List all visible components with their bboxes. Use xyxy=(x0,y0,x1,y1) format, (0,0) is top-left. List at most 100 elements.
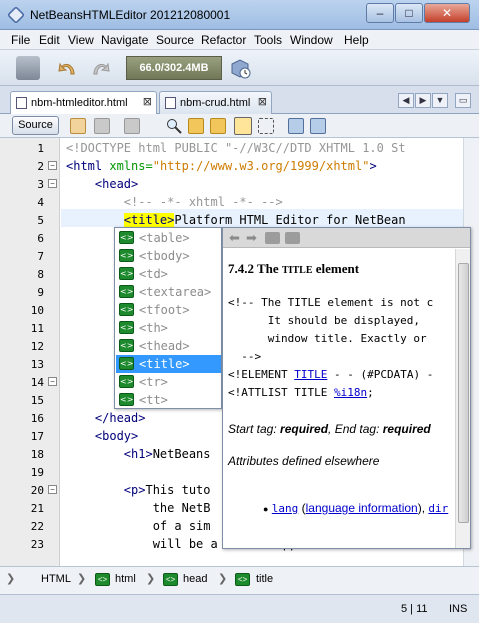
documentation-scrollbar[interactable] xyxy=(455,249,470,548)
tab-scroll-right-icon[interactable]: ▶ xyxy=(415,93,431,108)
completion-item[interactable]: <> <title> xyxy=(116,355,221,373)
profile-ide-icon[interactable] xyxy=(228,56,252,80)
line-number: 5 xyxy=(37,214,44,227)
find-previous-icon[interactable] xyxy=(188,118,204,134)
fold-icon[interactable]: − xyxy=(48,161,57,170)
breadcrumb-separator-icon: ❯ xyxy=(77,573,87,585)
completion-item[interactable]: <> <th> xyxy=(116,319,221,337)
doc-dir-link[interactable]: dir xyxy=(428,502,448,515)
html-tag-icon: <> xyxy=(119,249,134,262)
completion-item[interactable]: <> <table> xyxy=(116,229,221,247)
memory-indicator[interactable]: 66.0/302.4MB xyxy=(126,56,222,80)
shift-left-icon[interactable] xyxy=(288,118,304,134)
doc-language-info-link[interactable]: language information xyxy=(306,501,418,515)
completion-item[interactable]: <> <tt> xyxy=(116,391,221,409)
line-number: 3 xyxy=(37,178,44,191)
undo-icon[interactable] xyxy=(56,56,80,80)
find-next-icon[interactable] xyxy=(210,118,226,134)
html-file-icon xyxy=(165,97,176,109)
toggle-highlight-icon[interactable] xyxy=(234,117,252,135)
completion-item[interactable]: <> <tfoot> xyxy=(116,301,221,319)
breadcrumb: ❯ HTML ❯ <> html ❯ <> head ❯ <> title xyxy=(0,566,479,594)
shift-right-icon[interactable] xyxy=(310,118,326,134)
fold-icon[interactable]: − xyxy=(48,485,57,494)
status-bar: 5 | 11 INS xyxy=(0,594,479,623)
completion-item[interactable]: <> <tr> xyxy=(116,373,221,391)
menu-help[interactable]: Help xyxy=(344,33,369,47)
doc-open-browser-icon[interactable] xyxy=(265,232,280,244)
h1-tag: <h1> xyxy=(66,447,153,461)
menu-view[interactable]: View xyxy=(68,33,94,47)
documentation-scrollbar-thumb[interactable] xyxy=(458,263,469,523)
doc-back-icon[interactable]: ⬅ xyxy=(227,231,242,245)
maximize-button[interactable]: □ xyxy=(395,3,423,23)
line-number: 18 xyxy=(30,448,44,461)
minimize-button[interactable]: – xyxy=(366,3,394,23)
restore-window-icon[interactable]: ▭ xyxy=(455,93,471,108)
doc-lang-link[interactable]: lang xyxy=(272,502,299,515)
tab-close-icon[interactable]: ⊠ xyxy=(143,95,152,108)
html-file-icon xyxy=(16,97,27,109)
xmlns-value: "http://www.w3.org/1999/xhtml" xyxy=(152,159,370,173)
p-text: This tuto xyxy=(145,483,211,497)
fold-icon[interactable]: − xyxy=(48,179,57,188)
find-icon[interactable] xyxy=(166,118,182,134)
doc-end-tag-value: required xyxy=(382,422,431,436)
code-line-21: the NetB xyxy=(66,501,211,515)
menu-source[interactable]: Source xyxy=(156,33,194,47)
menu-window[interactable]: Window xyxy=(290,33,333,47)
doc-attribute-list: ● lang (language information), dir xyxy=(263,501,448,515)
doc-element-decl: <!ELEMENT TITLE - - (#PCDATA) - xyxy=(228,368,433,381)
source-button[interactable]: Source xyxy=(12,116,59,135)
tab-nbm-crud[interactable]: nbm-crud.html ⊠ xyxy=(159,91,272,114)
doc-forward-icon[interactable]: ➡ xyxy=(244,231,259,245)
editor-toolbar: Source xyxy=(0,114,479,138)
breadcrumb-item-title[interactable]: title xyxy=(256,573,273,585)
doc-tag-requirements: Start tag: required, End tag: required xyxy=(228,422,431,436)
tab-close-icon[interactable]: ⊠ xyxy=(258,95,267,108)
line-number: 12 xyxy=(30,340,44,353)
redo-icon[interactable] xyxy=(88,56,112,80)
doc-attlist-decl: <!ATTLIST TITLE %i18n; xyxy=(228,386,374,399)
fold-icon[interactable]: − xyxy=(48,377,57,386)
forward-icon[interactable] xyxy=(124,118,140,134)
xmlns-attribute: xmlns= xyxy=(109,159,153,173)
doc-heading-code: TITLE xyxy=(281,265,313,276)
completion-item[interactable]: <> <tbody> xyxy=(116,247,221,265)
completion-item[interactable]: <> <textarea> xyxy=(116,283,221,301)
doc-start-tag-value: required xyxy=(280,422,329,436)
code-line-2: <html xmlns="http://www.w3.org/1999/xhtm… xyxy=(66,159,377,173)
line-number: 8 xyxy=(37,268,44,281)
insert-mode[interactable]: INS xyxy=(449,603,467,615)
menu-file[interactable]: File xyxy=(11,33,30,47)
completion-item[interactable]: <> <thead> xyxy=(116,337,221,355)
tab-list-icon[interactable]: ▼ xyxy=(432,93,448,108)
doc-title-link[interactable]: TITLE xyxy=(294,368,327,381)
code-line-18: <h1>NetBeans xyxy=(66,447,211,461)
last-edit-icon[interactable] xyxy=(70,118,86,134)
line-number: 14 xyxy=(30,376,44,389)
menu-tools[interactable]: Tools xyxy=(254,33,282,47)
editor-tabs: nbm-htmleditor.html ⊠ nbm-crud.html ⊠ ◀ … xyxy=(0,86,479,115)
menu-edit[interactable]: Edit xyxy=(39,33,60,47)
breadcrumb-item-head[interactable]: head xyxy=(183,573,207,585)
breadcrumb-separator-icon: ❯ xyxy=(218,573,228,585)
breadcrumb-root-arrow-icon[interactable]: ❯ xyxy=(6,572,15,585)
back-icon[interactable] xyxy=(94,118,110,134)
save-all-icon[interactable] xyxy=(16,56,40,80)
completion-item-label: <tfoot> xyxy=(139,303,190,317)
menu-refactor[interactable]: Refactor xyxy=(201,33,246,47)
menu-navigate[interactable]: Navigate xyxy=(101,33,148,47)
toggle-rect-selection-icon[interactable] xyxy=(258,118,274,134)
completion-item[interactable]: <> <td> xyxy=(116,265,221,283)
doc-goto-source-icon[interactable] xyxy=(285,232,300,244)
doc-i18n-link[interactable]: %i18n xyxy=(334,386,367,399)
tab-scroll-left-icon[interactable]: ◀ xyxy=(398,93,414,108)
tab-nbm-htmleditor[interactable]: nbm-htmleditor.html ⊠ xyxy=(10,91,157,115)
close-button[interactable]: ✕ xyxy=(424,3,470,23)
code-line-1: <!DOCTYPE html PUBLIC "-//W3C//DTD XHTML… xyxy=(66,141,406,155)
html-tag-icon: <> xyxy=(119,393,134,406)
breadcrumb-item-html[interactable]: html xyxy=(115,573,136,585)
breadcrumb-item-html-root[interactable]: HTML xyxy=(41,573,71,585)
